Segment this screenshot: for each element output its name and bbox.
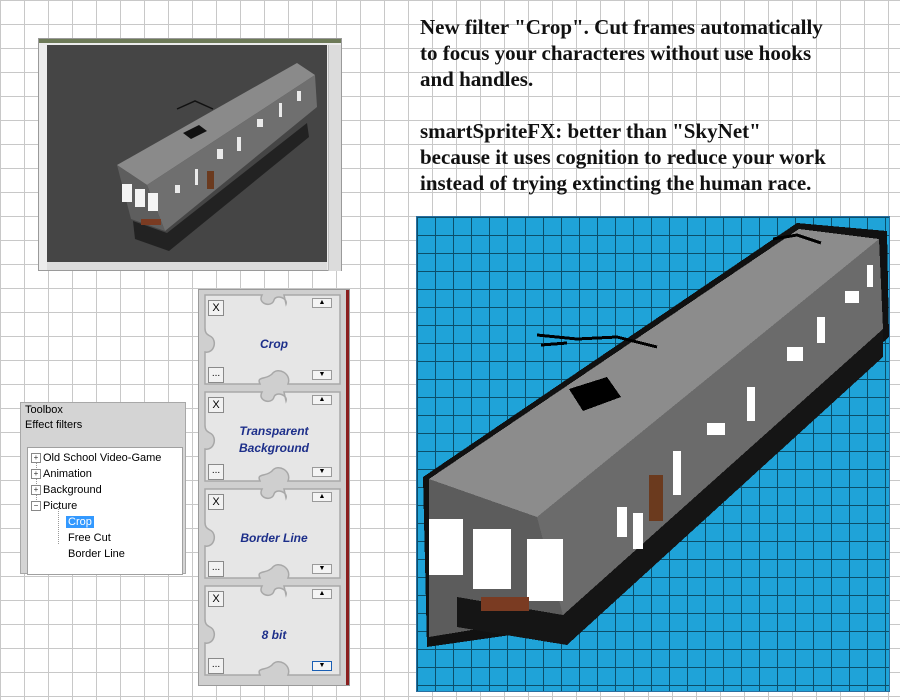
effect-label: Crop — [260, 337, 288, 351]
expand-icon[interactable]: + — [31, 453, 41, 463]
move-down-button[interactable]: ▼ — [312, 370, 332, 380]
sprite-output-canvas — [416, 216, 890, 692]
effect-label: 8 bit — [261, 628, 287, 642]
remove-effect-button[interactable]: X — [208, 591, 224, 607]
panel-border-accent — [346, 290, 349, 685]
toolbox-title: Toolbox — [25, 404, 63, 416]
tree-item-crop[interactable]: Crop — [66, 515, 94, 529]
effect-options-button[interactable]: ... — [208, 561, 224, 577]
effect-item-crop[interactable]: X ▲ Crop ... ▼ — [202, 292, 344, 387]
effect-item-transparent-background[interactable]: X ▲ Transparent Background ... ▼ — [202, 389, 344, 484]
description-line: instead of trying extincting the human r… — [420, 171, 812, 195]
toolbox-panel: Toolbox Effect filters + Old School Video… — [20, 402, 186, 575]
toolbox-subtitle: Effect filters — [25, 419, 83, 431]
description-line: smartSpriteFX: better than "SkyNet" — [420, 119, 761, 143]
effect-label: Transparent Background — [238, 424, 309, 455]
effect-options-button[interactable]: ... — [208, 658, 224, 674]
effect-options-button[interactable]: ... — [208, 367, 224, 383]
collapse-icon[interactable]: − — [31, 501, 41, 511]
description-line: New filter "Crop". Cut frames automatica… — [420, 15, 823, 39]
effect-item-border-line[interactable]: X ▲ Border Line ... ▼ — [202, 486, 344, 581]
move-up-button[interactable]: ▲ — [312, 492, 332, 502]
effect-filters-tree: + Old School Video-Game + Animation + Backg… — [27, 447, 183, 575]
description-line: because it uses cognition to reduce your… — [420, 145, 826, 169]
remove-effect-button[interactable]: X — [208, 300, 224, 316]
remove-effect-button[interactable]: X — [208, 494, 224, 510]
pixel-train-sprite — [423, 223, 889, 647]
move-down-button[interactable]: ▼ — [312, 467, 332, 477]
effect-stack-panel: X ▲ Crop ... ▼ X ▲ Transparent Backgroun… — [198, 289, 350, 686]
move-up-button[interactable]: ▲ — [312, 395, 332, 405]
expand-icon[interactable]: + — [31, 469, 41, 479]
description-line: and handles. — [420, 67, 534, 91]
description-line: to focus your characteres without use ho… — [420, 41, 812, 65]
move-up-button[interactable]: ▲ — [312, 298, 332, 308]
horizontal-scrollbar[interactable] — [47, 262, 327, 270]
move-down-button[interactable]: ▼ — [312, 661, 332, 671]
preview-title-bar — [39, 39, 341, 43]
preview-window — [38, 38, 342, 271]
effect-options-button[interactable]: ... — [208, 464, 224, 480]
render-viewport — [47, 45, 327, 269]
move-up-button[interactable]: ▲ — [312, 589, 332, 599]
move-down-button[interactable]: ▼ — [312, 564, 332, 574]
effect-label: Border Line — [240, 531, 308, 545]
tree-item-old-school-video-game[interactable]: + Old School Video-Game — [31, 451, 161, 465]
effect-item-8-bit[interactable]: X ▲ 8 bit ... ▼ — [202, 583, 344, 678]
vertical-scrollbar[interactable] — [328, 45, 341, 271]
train-3d-render — [117, 63, 317, 251]
tree-item-free-cut[interactable]: Free Cut — [68, 531, 111, 545]
tree-item-border-line[interactable]: Border Line — [68, 547, 125, 561]
description-text: New filter "Crop". Cut frames automatica… — [420, 14, 890, 196]
tree-item-animation[interactable]: + Animation — [31, 467, 92, 481]
tree-item-picture[interactable]: − Picture — [31, 499, 77, 513]
remove-effect-button[interactable]: X — [208, 397, 224, 413]
tree-item-background[interactable]: + Background — [31, 483, 102, 497]
expand-icon[interactable]: + — [31, 485, 41, 495]
